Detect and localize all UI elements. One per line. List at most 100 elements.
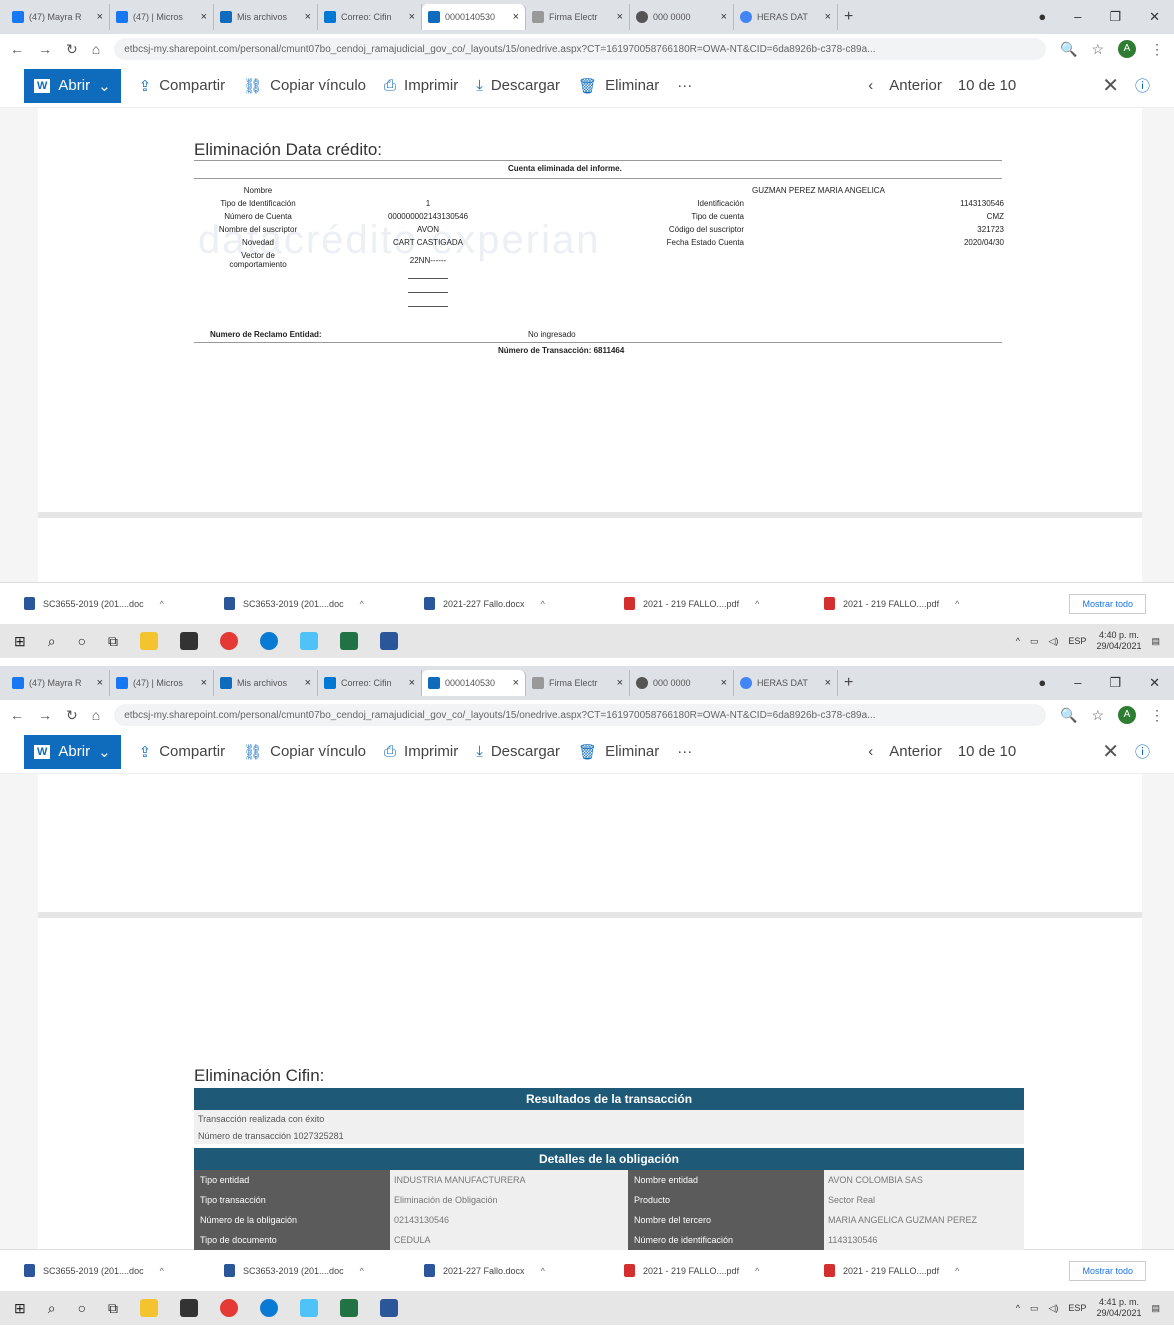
app-icon[interactable] [300, 632, 319, 650]
chrome-icon[interactable] [220, 632, 239, 650]
browser-tab[interactable]: HERAS DAT × [734, 4, 838, 30]
app-icon[interactable] [300, 1299, 319, 1317]
chevron-up-icon[interactable]: ^ [955, 1266, 959, 1276]
copiar-vinculo-button[interactable]: ⛓ Copiar vínculo [243, 77, 366, 95]
compartir-button[interactable]: ⇪ Compartir [139, 743, 225, 761]
browser-tab[interactable]: HERAS DAT × [734, 670, 838, 696]
browser-tab[interactable]: 000 0000 × [630, 4, 734, 30]
download-item[interactable]: 2021 - 219 FALLO....pdf ^ [824, 597, 1024, 610]
back-icon[interactable]: ← [10, 41, 24, 57]
close-tab-icon[interactable]: × [721, 11, 727, 23]
download-item[interactable]: 2021 - 219 FALLO....pdf ^ [624, 597, 824, 610]
previous-icon[interactable]: ‹ [868, 743, 873, 760]
volume-icon[interactable]: ◁) [1049, 1303, 1059, 1314]
search-icon[interactable]: ⌕ [48, 1300, 56, 1317]
new-tab-button[interactable]: + [844, 674, 853, 692]
back-icon[interactable]: ← [10, 707, 24, 723]
browser-tab[interactable]: (47) | Micros × [110, 4, 214, 30]
info-icon[interactable]: ⓘ [1135, 741, 1150, 762]
anterior-button[interactable]: Anterior [889, 743, 942, 760]
close-window-icon[interactable]: ✕ [1149, 675, 1160, 691]
word-icon[interactable] [380, 1299, 399, 1317]
download-item[interactable]: SC3653-2019 (201....doc ^ [224, 1264, 424, 1277]
cortana-icon[interactable]: ○ [78, 633, 86, 649]
document-viewer[interactable]: Eliminación Cifin: Resultados de la tran… [0, 774, 1174, 1250]
browser-tab[interactable]: Correo: Cifin × [318, 670, 422, 696]
browser-tab[interactable]: 000 0000 × [630, 670, 734, 696]
close-tab-icon[interactable]: × [721, 677, 727, 689]
download-item[interactable]: 2021 - 219 FALLO....pdf ^ [824, 1264, 1024, 1277]
minimize-icon[interactable]: – [1074, 9, 1081, 25]
browser-tab[interactable]: Correo: Cifin × [318, 4, 422, 30]
minimize-icon[interactable]: – [1074, 675, 1081, 691]
more-options-button[interactable]: ··· [677, 743, 692, 760]
descargar-button[interactable]: ⤓ Descargar [476, 77, 560, 94]
task-view-icon[interactable]: ⧉ [108, 1300, 118, 1317]
close-tab-icon[interactable]: × [305, 677, 311, 689]
imprimir-button[interactable]: ⎙ Imprimir [384, 77, 458, 94]
excel-icon[interactable] [340, 632, 359, 650]
chevron-up-icon[interactable]: ^ [541, 1266, 545, 1276]
reload-icon[interactable]: ↻ [66, 707, 78, 724]
menu-dots-icon[interactable]: ⋮ [1150, 707, 1164, 724]
cortana-icon[interactable]: ○ [78, 1300, 86, 1316]
language-indicator[interactable]: ESP [1068, 636, 1086, 646]
chevron-up-icon[interactable]: ^ [160, 599, 164, 609]
abrir-button[interactable]: W Abrir ⌄ [24, 68, 121, 103]
new-tab-button[interactable]: + [844, 8, 853, 26]
browser-tab[interactable]: Mis archivos × [214, 670, 318, 696]
forward-icon[interactable]: → [38, 707, 52, 723]
forward-icon[interactable]: → [38, 41, 52, 57]
profile-avatar[interactable]: A [1118, 706, 1136, 724]
close-tab-icon[interactable]: × [201, 11, 207, 23]
chevron-up-icon[interactable]: ^ [755, 599, 759, 609]
browser-tab[interactable]: (47) Mayra R × [6, 4, 110, 30]
more-options-button[interactable]: ··· [677, 77, 692, 94]
profile-dot-icon[interactable]: ● [1038, 675, 1046, 691]
home-icon[interactable]: ⌂ [92, 41, 100, 57]
imprimir-button[interactable]: ⎙ Imprimir [384, 743, 458, 760]
edge-icon[interactable] [260, 632, 279, 650]
edge-icon[interactable] [260, 1299, 279, 1317]
excel-icon[interactable] [340, 1299, 359, 1317]
show-all-button[interactable]: Mostrar todo [1069, 593, 1146, 614]
file-explorer-icon[interactable] [140, 1299, 159, 1317]
descargar-button[interactable]: ⤓ Descargar [476, 743, 560, 760]
menu-dots-icon[interactable]: ⋮ [1150, 41, 1164, 58]
info-icon[interactable]: ⓘ [1135, 75, 1150, 96]
volume-icon[interactable]: ◁) [1049, 636, 1059, 647]
profile-avatar[interactable]: A [1118, 40, 1136, 58]
url-field[interactable]: etbcsj-my.sharepoint.com/personal/cmunt0… [114, 38, 1046, 60]
close-tab-icon[interactable]: × [617, 677, 623, 689]
file-explorer-icon[interactable] [140, 632, 159, 650]
download-item[interactable]: SC3653-2019 (201....doc ^ [224, 597, 424, 610]
browser-tab-active[interactable]: 0000140530 × [422, 4, 526, 30]
close-tab-icon[interactable]: × [305, 11, 311, 23]
download-item[interactable]: 2021-227 Fallo.docx ^ [424, 1264, 624, 1277]
close-viewer-icon[interactable]: ✕ [1102, 739, 1119, 764]
chevron-up-icon[interactable]: ^ [160, 1266, 164, 1276]
word-icon[interactable] [380, 632, 399, 650]
chevron-up-icon[interactable]: ^ [360, 599, 364, 609]
chrome-icon[interactable] [220, 1299, 239, 1317]
close-tab-icon[interactable]: × [201, 677, 207, 689]
close-tab-icon[interactable]: × [97, 11, 103, 23]
close-tab-icon[interactable]: × [825, 11, 831, 23]
zoom-icon[interactable]: 🔍 [1060, 41, 1077, 58]
task-view-icon[interactable]: ⧉ [108, 633, 118, 650]
eliminar-button[interactable]: 🗑 Eliminar [578, 743, 659, 761]
clock[interactable]: 4:41 p. m. 29/04/2021 [1096, 1297, 1141, 1319]
url-field[interactable]: etbcsj-my.sharepoint.com/personal/cmunt0… [114, 704, 1046, 726]
notifications-icon[interactable]: ▤ [1151, 1303, 1160, 1314]
chevron-up-icon[interactable]: ^ [955, 599, 959, 609]
search-icon[interactable]: ⌕ [48, 633, 56, 650]
tray-chevron-icon[interactable]: ^ [1016, 1303, 1020, 1313]
network-icon[interactable]: ▭ [1030, 1303, 1039, 1314]
show-all-button[interactable]: Mostrar todo [1069, 1260, 1146, 1281]
bookmark-star-icon[interactable]: ☆ [1091, 707, 1104, 724]
close-tab-icon[interactable]: × [825, 677, 831, 689]
clock[interactable]: 4:40 p. m. 29/04/2021 [1096, 630, 1141, 652]
restore-icon[interactable]: ❐ [1109, 675, 1121, 691]
download-item[interactable]: 2021-227 Fallo.docx ^ [424, 597, 624, 610]
close-tab-icon[interactable]: × [513, 677, 519, 689]
